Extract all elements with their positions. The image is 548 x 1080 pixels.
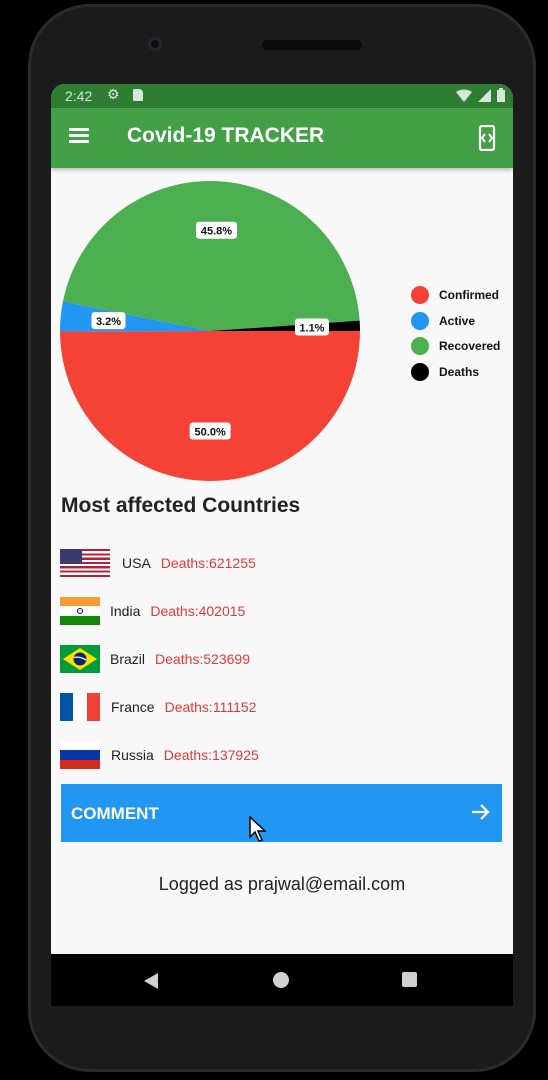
legend-item-recovered: Recovered — [411, 333, 500, 359]
country-deaths: Deaths:402015 — [150, 603, 246, 619]
pie-label-recovered: 45.8% — [195, 221, 237, 239]
section-title: Most affected Countries — [61, 494, 301, 517]
legend-item-deaths: Deaths — [411, 359, 500, 385]
status-bar: 2:42 ⚙ — [51, 84, 513, 108]
back-triangle-icon[interactable] — [143, 972, 159, 990]
country-row-india[interactable]: India Deaths:402015 — [60, 596, 245, 626]
legend-label: Active — [439, 313, 476, 328]
legend-item-confirmed: Confirmed — [411, 282, 500, 308]
country-row-usa[interactable]: USA Deaths:621255 — [60, 548, 256, 578]
legend-dot-active — [411, 311, 429, 330]
country-deaths: Deaths:111152 — [164, 699, 257, 715]
country-row-russia[interactable]: Russia Deaths:137925 — [60, 740, 259, 770]
sd-card-icon — [133, 89, 143, 101]
country-name: Russia — [111, 747, 154, 763]
country-row-france[interactable]: France Deaths:111152 — [60, 692, 256, 722]
status-icons — [456, 88, 505, 102]
comment-label: COMMENT — [71, 804, 159, 823]
legend-label: Recovered — [439, 339, 501, 354]
app-bar: Covid-19 TRACKER — [51, 108, 513, 168]
russia-flag-icon — [60, 741, 100, 769]
legend-label: Deaths — [439, 364, 480, 379]
pie-label-deaths: 1.1% — [294, 318, 329, 336]
svg-text:45.8%: 45.8% — [201, 226, 232, 238]
screen-rotation-icon[interactable] — [477, 125, 497, 151]
mouse-cursor-icon — [249, 816, 267, 842]
legend-item-active: Active — [411, 308, 500, 334]
android-nav-bar — [51, 954, 513, 1006]
country-deaths: Deaths:523699 — [155, 651, 250, 667]
country-name: France — [111, 699, 155, 715]
arrow-right-icon — [472, 804, 490, 820]
chart-legend: Confirmed Active Recovered Deaths — [411, 282, 500, 385]
legend-dot-deaths — [411, 362, 429, 381]
settings-gear-icon: ⚙ — [107, 86, 120, 102]
logged-in-text: Logged as prajwal@email.com — [158, 874, 406, 894]
speaker-grille — [262, 40, 362, 50]
comment-button[interactable]: COMMENT — [61, 784, 502, 842]
pie-slice-confirmed — [60, 331, 361, 481]
app-title: Covid-19 TRACKER — [127, 124, 325, 147]
app-screen: 2:42 ⚙ Covid-19 TRACKER 50.0% 3.2% 45.8% 1.… — [51, 84, 513, 954]
pie-slice-recovered — [62, 181, 360, 331]
battery-icon — [497, 88, 505, 102]
legend-dot-recovered — [411, 337, 429, 356]
front-camera — [148, 37, 162, 51]
country-name: India — [110, 603, 141, 619]
hamburger-menu-icon[interactable] — [69, 128, 91, 146]
us-flag-icon — [60, 549, 110, 577]
country-deaths: Deaths:137925 — [163, 747, 259, 763]
india-flag-icon — [60, 597, 100, 625]
pie-chart: 50.0% 3.2% 45.8% 1.1% — [60, 181, 361, 481]
svg-text:50.0%: 50.0% — [195, 426, 226, 438]
svg-text:3.2%: 3.2% — [96, 316, 121, 328]
country-row-brazil[interactable]: Brazil Deaths:523699 — [60, 644, 250, 674]
country-deaths: Deaths:621255 — [160, 555, 256, 571]
home-circle-icon[interactable] — [273, 972, 289, 988]
legend-label: Confirmed — [439, 287, 499, 302]
country-name: USA — [122, 555, 151, 571]
signal-icon — [478, 88, 491, 102]
legend-dot-confirmed — [411, 285, 429, 304]
brazil-flag-icon — [60, 645, 100, 673]
status-time: 2:42 — [65, 88, 93, 104]
svg-text:1.1%: 1.1% — [299, 322, 324, 334]
france-flag-icon — [60, 693, 100, 721]
pie-label-confirmed: 50.0% — [189, 422, 231, 440]
pie-label-active: 3.2% — [91, 312, 126, 330]
recent-apps-square-icon[interactable] — [402, 972, 417, 987]
country-name: Brazil — [110, 651, 146, 667]
wifi-icon — [456, 89, 472, 102]
